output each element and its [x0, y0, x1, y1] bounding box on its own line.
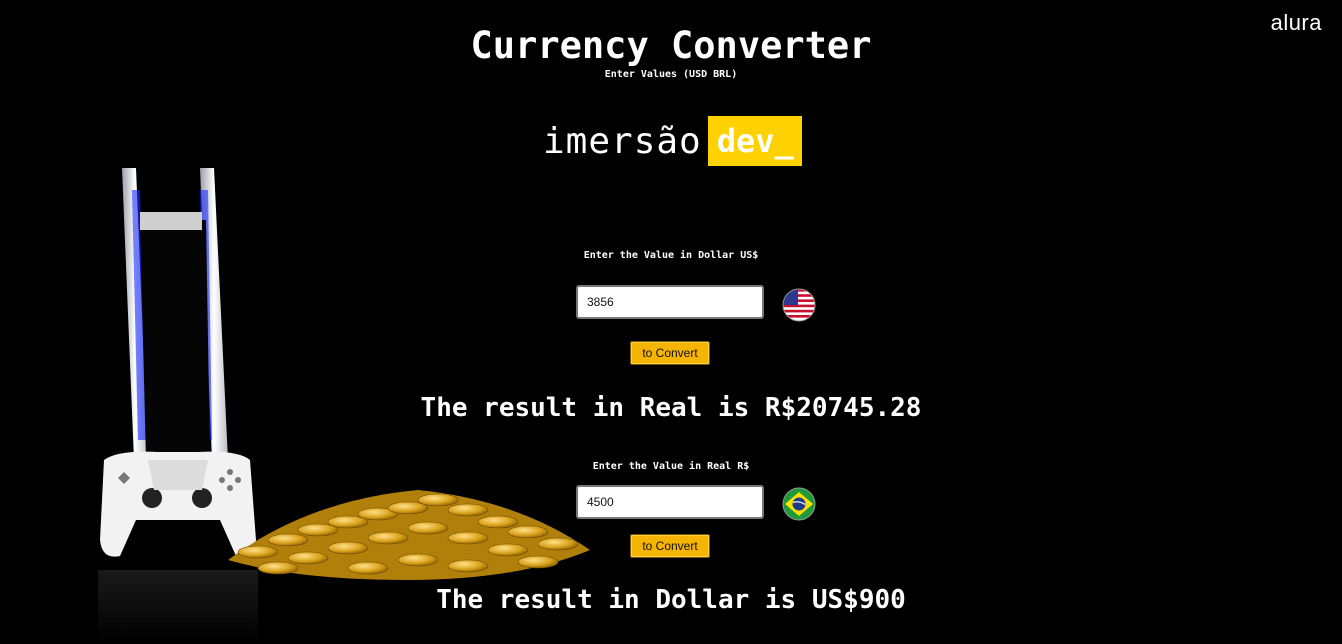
usa-flag-icon: [782, 288, 816, 322]
convert-brl-button[interactable]: to Convert: [630, 534, 710, 558]
convert-usd-button[interactable]: to Convert: [630, 341, 710, 365]
imersao-dev-logo: imersão dev_: [543, 116, 802, 166]
page-title: Currency Converter: [470, 24, 872, 67]
logo-word: imersão: [543, 120, 702, 162]
gold-coins-illustration: [228, 490, 590, 580]
usd-amount-input[interactable]: [576, 285, 764, 319]
real-result: The result in Real is R$20745.28: [420, 393, 922, 423]
usd-label: Enter the Value in Dollar US$: [583, 250, 759, 261]
brl-label: Enter the Value in Real R$: [592, 461, 750, 472]
page-subtitle: Enter Values (USD BRL): [604, 69, 738, 80]
brl-amount-input[interactable]: [576, 485, 764, 519]
brazil-flag-icon: [782, 487, 816, 521]
logo-chip: dev_: [707, 116, 802, 166]
dollar-result: The result in Dollar is US$900: [436, 585, 906, 615]
